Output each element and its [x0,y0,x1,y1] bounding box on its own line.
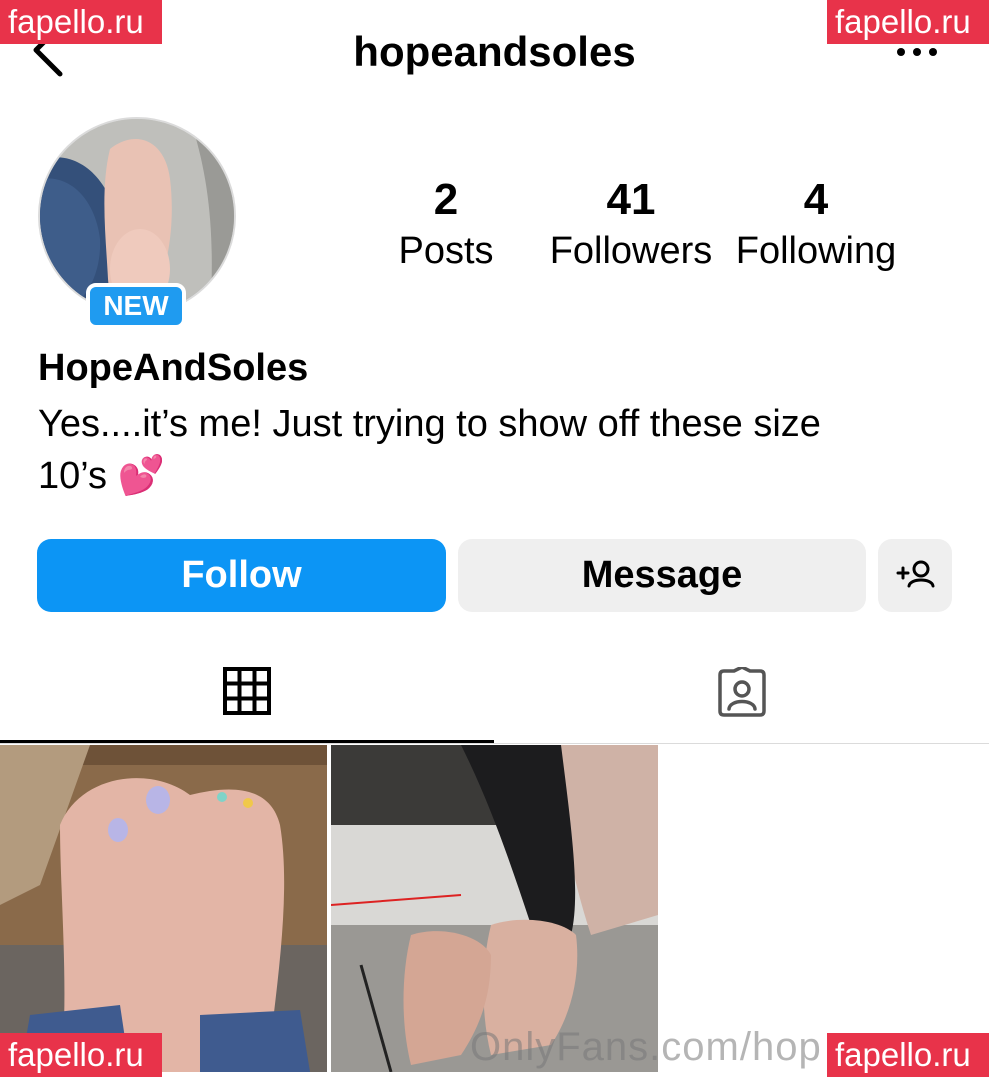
stat-posts-value: 2 [433,175,459,224]
watermark-bottom-right: fapello.ru [827,1033,989,1077]
stat-followers-value: 41 [606,175,656,224]
add-person-icon [896,560,935,588]
display-name: HopeAndSoles [38,347,309,389]
tab-tagged[interactable] [495,655,989,743]
stat-following[interactable]: 4 Following [726,175,906,277]
watermark-bottom-left: fapello.ru [0,1033,162,1077]
bio-line-2: 10’s 💕 [38,450,938,502]
stat-followers-label: Followers [549,230,713,272]
bio-line-1: Yes....it’s me! Just trying to show off … [38,403,821,445]
grid-post-1[interactable] [0,745,327,1072]
grid-post-2[interactable] [331,745,658,1072]
bio: Yes....it’s me! Just trying to show off … [38,398,938,502]
bio-line-2-text: 10’s [38,455,108,497]
post-2-image [331,745,658,1072]
stat-following-value: 4 [803,175,829,224]
stat-posts-label: Posts [398,230,494,272]
post-1-image [0,745,327,1072]
two-hearts-emoji: 💕 [117,455,165,497]
suggested-accounts-button[interactable] [878,539,952,612]
tab-posts-grid[interactable] [0,655,494,743]
stat-following-label: Following [735,230,897,272]
tagged-person-icon [718,667,766,717]
message-button[interactable]: Message [458,539,866,612]
follow-button[interactable]: Follow [37,539,446,612]
watermark-top-left: fapello.ru [0,0,162,44]
stat-posts[interactable]: 2 Posts [356,175,536,277]
new-badge: NEW [86,283,186,329]
overlay-url-text: OnlyFans.com/hop [470,1025,822,1069]
stat-followers[interactable]: 41 Followers [541,175,721,277]
profile-tabs [0,655,989,744]
grid-icon [223,667,271,715]
watermark-top-right: fapello.ru [827,0,989,44]
